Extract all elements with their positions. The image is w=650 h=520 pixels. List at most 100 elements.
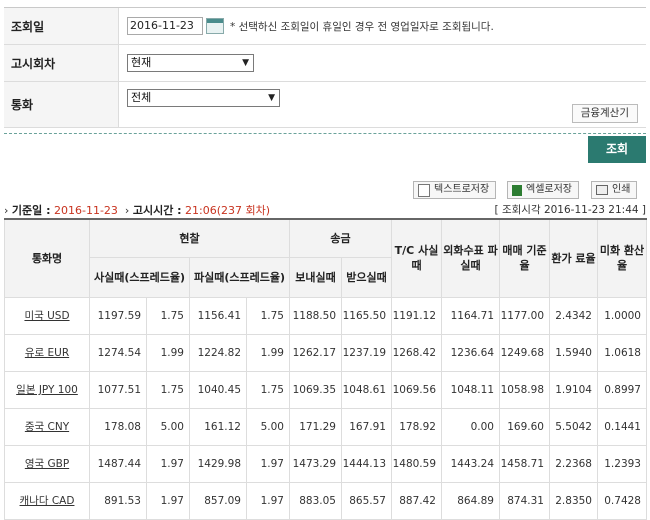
tc-buy-cell: 1069.56	[391, 370, 442, 409]
send-cell: 171.29	[289, 407, 342, 446]
send-cell: 1473.29	[289, 444, 342, 483]
currency-link[interactable]: 캐나다 CAD	[4, 481, 90, 520]
usd-rate-cell: 0.8997	[597, 370, 647, 409]
tc-buy-cell: 887.42	[391, 481, 442, 520]
header-currency: 통화명	[4, 218, 90, 298]
save-text-label: 텍스트로저장	[434, 184, 490, 195]
header-cash-sell: 파실때(스프레드율)	[189, 256, 290, 298]
usd-rate-cell: 0.1441	[597, 407, 647, 446]
tc-buy-cell: 1480.59	[391, 444, 442, 483]
currency-link[interactable]: 일본 JPY 100	[4, 370, 90, 409]
date-row: 조회일 2016-11-23 * 선택하신 조회일이 휴일인 경우 전 영업일자…	[4, 8, 646, 45]
cash-buy-spread-cell: 1.75	[146, 370, 190, 409]
header-cash-buy: 사실때(스프레드율)	[89, 256, 190, 298]
cash-sell-spread-cell: 1.97	[246, 481, 290, 520]
cash-sell-cell: 161.12	[189, 407, 247, 446]
send-cell: 883.05	[289, 481, 342, 520]
save-text-button[interactable]: 텍스트로저장	[413, 181, 497, 199]
receive-cell: 167.91	[341, 407, 392, 446]
tc-buy-cell: 1268.42	[391, 333, 442, 372]
receive-cell: 1237.19	[341, 333, 392, 372]
currency-label: 통화	[4, 82, 119, 127]
text-file-icon	[418, 183, 430, 197]
financial-calculator-button[interactable]: 금융계산기	[571, 104, 638, 123]
cash-sell-spread-cell: 1.75	[246, 370, 290, 409]
round-row: 고시회차 현재 ▼	[4, 45, 646, 82]
header-conv-rate: 환가 료율	[549, 218, 598, 298]
header-tc-buy: T/C 사실때	[391, 218, 442, 298]
conv-rate-cell: 1.9104	[549, 370, 598, 409]
calendar-icon[interactable]	[206, 18, 224, 34]
base-rate-cell: 874.31	[499, 481, 550, 520]
currency-link[interactable]: 중국 CNY	[4, 407, 90, 446]
exchange-rate-table: 통화명 현찰 송금 T/C 사실때 외화수표 파실때 매매 기준율 환가 료율 …	[4, 218, 647, 520]
info-bar: › 기준일 : 2016-11-23 › 고시시간 : 21:06(237 회차…	[4, 204, 646, 217]
notice-time-label: 고시시간 :	[132, 204, 182, 217]
usd-rate-cell: 0.7428	[597, 481, 647, 520]
header-receive: 받으실때	[341, 256, 392, 298]
table-row: 중국 CNY 178.08 5.00 161.12 5.00 171.29 16…	[4, 407, 647, 446]
currency-link[interactable]: 유로 EUR	[4, 333, 90, 372]
header-cash: 현찰	[89, 218, 290, 258]
cash-buy-spread-cell: 1.75	[146, 296, 190, 335]
check-sell-cell: 1236.64	[441, 333, 500, 372]
printer-icon	[596, 185, 608, 195]
check-sell-cell: 1048.11	[441, 370, 500, 409]
chevron-down-icon: ▼	[268, 93, 275, 103]
check-sell-cell: 864.89	[441, 481, 500, 520]
base-rate-cell: 1249.68	[499, 333, 550, 372]
cash-sell-spread-cell: 1.97	[246, 444, 290, 483]
currency-select-value: 전체	[131, 91, 152, 104]
cash-buy-spread-cell: 1.99	[146, 333, 190, 372]
cash-buy-cell: 1274.54	[89, 333, 147, 372]
check-sell-cell: 0.00	[441, 407, 500, 446]
receive-cell: 1165.50	[341, 296, 392, 335]
header-check-sell: 외화수표 파실때	[441, 218, 500, 298]
cash-sell-spread-cell: 5.00	[246, 407, 290, 446]
date-input[interactable]: 2016-11-23	[127, 17, 203, 35]
save-excel-button[interactable]: 엑셀로저장	[507, 181, 579, 199]
round-label: 고시회차	[4, 45, 119, 81]
round-select-value: 현재	[131, 56, 152, 69]
currency-select[interactable]: 전체 ▼	[127, 89, 280, 107]
cash-buy-cell: 891.53	[89, 481, 147, 520]
table-row: 일본 JPY 100 1077.51 1.75 1040.45 1.75 106…	[4, 370, 647, 409]
table-row: 유로 EUR 1274.54 1.99 1224.82 1.99 1262.17…	[4, 333, 647, 372]
table-row: 미국 USD 1197.59 1.75 1156.41 1.75 1188.50…	[4, 296, 647, 335]
base-date-label: 기준일 :	[11, 204, 51, 217]
header-usd-rate: 미화 환산율	[597, 218, 647, 298]
conv-rate-cell: 2.8350	[549, 481, 598, 520]
save-excel-label: 엑셀로저장	[526, 184, 572, 195]
currency-row: 통화 전체 ▼ 금융계산기	[4, 82, 646, 128]
cash-buy-cell: 178.08	[89, 407, 147, 446]
divider	[4, 133, 646, 134]
currency-link[interactable]: 미국 USD	[4, 296, 90, 335]
receive-cell: 865.57	[341, 481, 392, 520]
header-transfer: 송금	[289, 218, 392, 258]
table-row: 캐나다 CAD 891.53 1.97 857.09 1.97 883.05 8…	[4, 481, 647, 520]
base-rate-cell: 169.60	[499, 407, 550, 446]
print-button[interactable]: 인쇄	[591, 181, 638, 199]
search-form: 조회일 2016-11-23 * 선택하신 조회일이 휴일인 경우 전 영업일자…	[4, 7, 646, 128]
tc-buy-cell: 1191.12	[391, 296, 442, 335]
cash-sell-cell: 1156.41	[189, 296, 247, 335]
conv-rate-cell: 2.2368	[549, 444, 598, 483]
usd-rate-cell: 1.0000	[597, 296, 647, 335]
table-row: 영국 GBP 1487.44 1.97 1429.98 1.97 1473.29…	[4, 444, 647, 483]
round-select[interactable]: 현재 ▼	[127, 54, 254, 72]
currency-link[interactable]: 영국 GBP	[4, 444, 90, 483]
cash-sell-cell: 1040.45	[189, 370, 247, 409]
cash-sell-spread-cell: 1.99	[246, 333, 290, 372]
query-time: [ 조회시각 2016-11-23 21:44 ]	[494, 204, 646, 216]
check-sell-cell: 1443.24	[441, 444, 500, 483]
usd-rate-cell: 1.2393	[597, 444, 647, 483]
send-cell: 1069.35	[289, 370, 342, 409]
header-base-rate: 매매 기준율	[499, 218, 550, 298]
base-rate-cell: 1458.71	[499, 444, 550, 483]
print-label: 인쇄	[612, 184, 631, 195]
query-button[interactable]: 조회	[588, 136, 646, 163]
cash-buy-cell: 1077.51	[89, 370, 147, 409]
base-rate-cell: 1058.98	[499, 370, 550, 409]
cash-buy-cell: 1487.44	[89, 444, 147, 483]
receive-cell: 1444.13	[341, 444, 392, 483]
